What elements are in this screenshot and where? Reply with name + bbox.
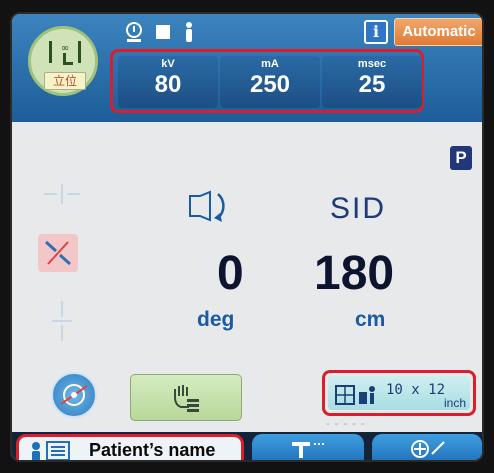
hand-switch-button[interactable] (130, 374, 242, 421)
automatic-mode-button[interactable]: Automatic (394, 18, 482, 46)
tab-bar: Patient’s name (12, 432, 482, 460)
tab-patient[interactable]: Patient’s name (16, 434, 244, 460)
sid-unit: cm (355, 308, 386, 331)
patient-card-icon (32, 441, 70, 460)
tab-patient-label: Patient’s name (89, 440, 216, 460)
cassette-size-panel: 10 x 12 inch (328, 376, 470, 410)
tube-icon (126, 22, 142, 42)
person-icon (186, 22, 192, 42)
info-icon[interactable]: i (364, 20, 388, 44)
cassette-unit: inch (443, 396, 466, 410)
svg-text:∞: ∞ (61, 43, 69, 54)
vertical-align-icon[interactable] (50, 299, 74, 343)
msec-value: 25 (358, 71, 386, 98)
msec-field[interactable]: msec 25 (322, 56, 422, 108)
msec-unit: msec (357, 58, 387, 70)
tube-settings-icon (411, 440, 445, 458)
arrows-inward-icon (44, 240, 72, 266)
program-badge[interactable]: P (450, 146, 472, 170)
tab-tube-settings[interactable] (372, 434, 482, 460)
kv-field[interactable]: kV 80 (118, 56, 218, 108)
sid-value[interactable]: 180 (314, 246, 394, 301)
position-button[interactable]: ∞ 立位 (28, 26, 98, 96)
square-icon (156, 25, 170, 39)
rotation-icon (189, 190, 225, 222)
tab-table-height[interactable] (252, 434, 364, 460)
cassette-orientation-icon (335, 385, 375, 405)
cassette-size-button[interactable]: 10 x 12 inch (322, 370, 476, 416)
top-bar: ∞ 立位 i Automatic kV 80 mA 250 msec 25 (12, 14, 482, 122)
ma-unit: mA (261, 58, 279, 70)
kv-unit: kV (161, 58, 175, 70)
sid-label: SID (330, 192, 387, 225)
rotation-value[interactable]: 0 (217, 246, 244, 301)
rotation-unit: deg (197, 308, 235, 331)
center-align-icon[interactable] (42, 182, 82, 206)
collimator-button[interactable] (51, 372, 97, 418)
position-label: 立位 (44, 72, 86, 90)
exposure-parameters: kV 80 mA 250 msec 25 (110, 49, 424, 113)
divider-dashes: - - - - - (326, 418, 366, 430)
status-icons (124, 18, 196, 46)
collapse-button[interactable] (38, 234, 78, 272)
console-screen: ∞ 立位 i Automatic kV 80 mA 250 msec 25 P … (10, 12, 484, 462)
ma-field[interactable]: mA 250 (220, 56, 320, 108)
hand-switch-icon (174, 385, 199, 412)
collimator-icon (60, 384, 88, 406)
standing-position-icon: ∞ (49, 41, 81, 65)
cassette-size-text: 10 x 12 (386, 382, 446, 398)
table-height-icon (292, 442, 326, 458)
ma-value: 250 (249, 71, 291, 98)
kv-value: 80 (154, 71, 182, 98)
